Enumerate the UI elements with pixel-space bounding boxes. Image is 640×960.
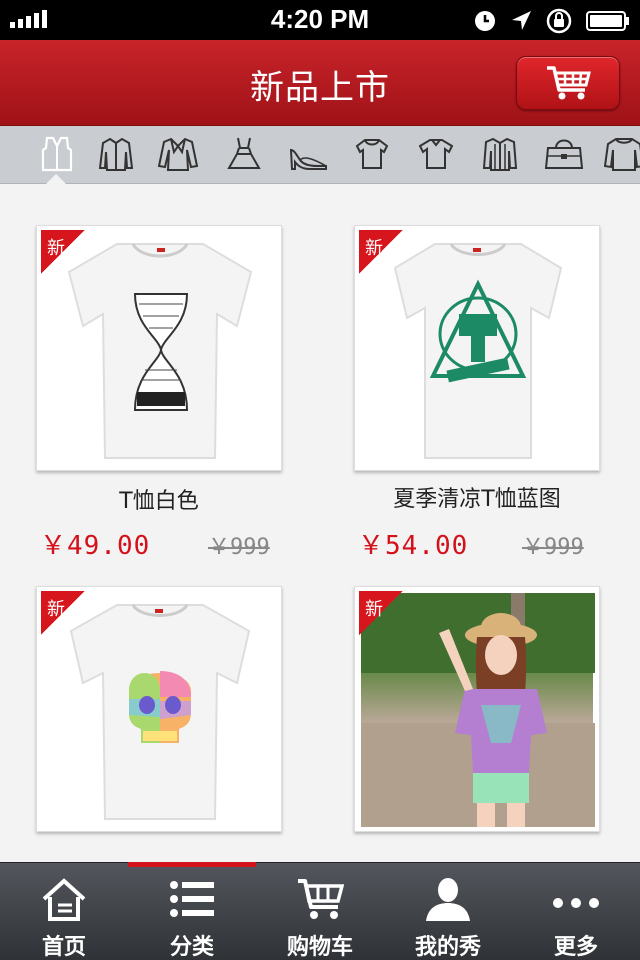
home-icon <box>42 878 86 921</box>
new-badge: 新 <box>41 591 85 635</box>
list-icon <box>170 881 214 917</box>
tab-cart[interactable]: 购物车 <box>256 863 384 960</box>
category-jacket[interactable] <box>96 134 136 174</box>
tab-label: 首页 <box>41 935 86 960</box>
tab-more[interactable]: 更多 <box>512 863 640 960</box>
tab-bar: 首页 分类 购物车 我的秀 更多 <box>0 862 640 960</box>
cart-icon <box>547 66 591 100</box>
category-shirt[interactable] <box>480 134 520 174</box>
header-bar: 新品上市 <box>0 40 640 126</box>
coat-icon <box>158 137 198 171</box>
category-tshirt[interactable] <box>416 134 456 174</box>
product-price: ￥54.00 <box>358 531 469 561</box>
vest-icon <box>41 136 73 172</box>
shirt-icon <box>482 137 518 171</box>
tshirt-icon <box>418 139 454 169</box>
tab-my-show[interactable]: 我的秀 <box>384 863 512 960</box>
dress-icon <box>227 137 261 169</box>
handbag-icon <box>544 139 584 169</box>
active-tab-indicator <box>128 862 256 867</box>
jacket-icon <box>98 137 134 171</box>
category-blouse[interactable] <box>352 134 392 174</box>
category-heels[interactable] <box>288 134 328 174</box>
location-icon <box>512 11 531 30</box>
cart-icon <box>298 879 344 919</box>
product-name: 夏季清凉T恤蓝图 <box>393 487 561 512</box>
category-vest[interactable] <box>37 134 77 174</box>
clock-icon <box>475 11 495 31</box>
product-name: T恤白色 <box>119 489 199 514</box>
blouse-icon <box>355 139 389 169</box>
more-icon <box>553 898 599 908</box>
cart-button[interactable] <box>516 56 620 110</box>
category-sweater[interactable] <box>604 134 640 174</box>
product-price: ￥49.00 <box>40 531 151 561</box>
sweater-icon <box>604 138 640 171</box>
category-bar <box>0 126 640 184</box>
tab-label: 我的秀 <box>414 935 481 960</box>
new-badge: 新 <box>359 230 403 274</box>
tab-home[interactable]: 首页 <box>0 863 128 960</box>
category-handbag[interactable] <box>544 134 584 174</box>
new-badge: 新 <box>359 591 403 635</box>
tab-categories[interactable]: 分类 <box>128 863 256 960</box>
high-heel-icon <box>289 148 327 170</box>
tab-label: 分类 <box>169 935 214 960</box>
tab-label: 购物车 <box>286 935 353 960</box>
rotation-lock-icon <box>546 8 572 34</box>
new-badge: 新 <box>41 230 85 274</box>
status-bar: 4:20 PM <box>0 0 640 40</box>
category-selected-pointer <box>46 174 66 184</box>
battery-icon <box>586 11 629 31</box>
category-coat[interactable] <box>158 134 198 174</box>
tab-label: 更多 <box>553 935 598 960</box>
original-price: ￥999 <box>522 535 584 560</box>
category-dress[interactable] <box>224 134 264 174</box>
user-icon <box>426 878 470 921</box>
original-price: ￥999 <box>208 535 270 560</box>
